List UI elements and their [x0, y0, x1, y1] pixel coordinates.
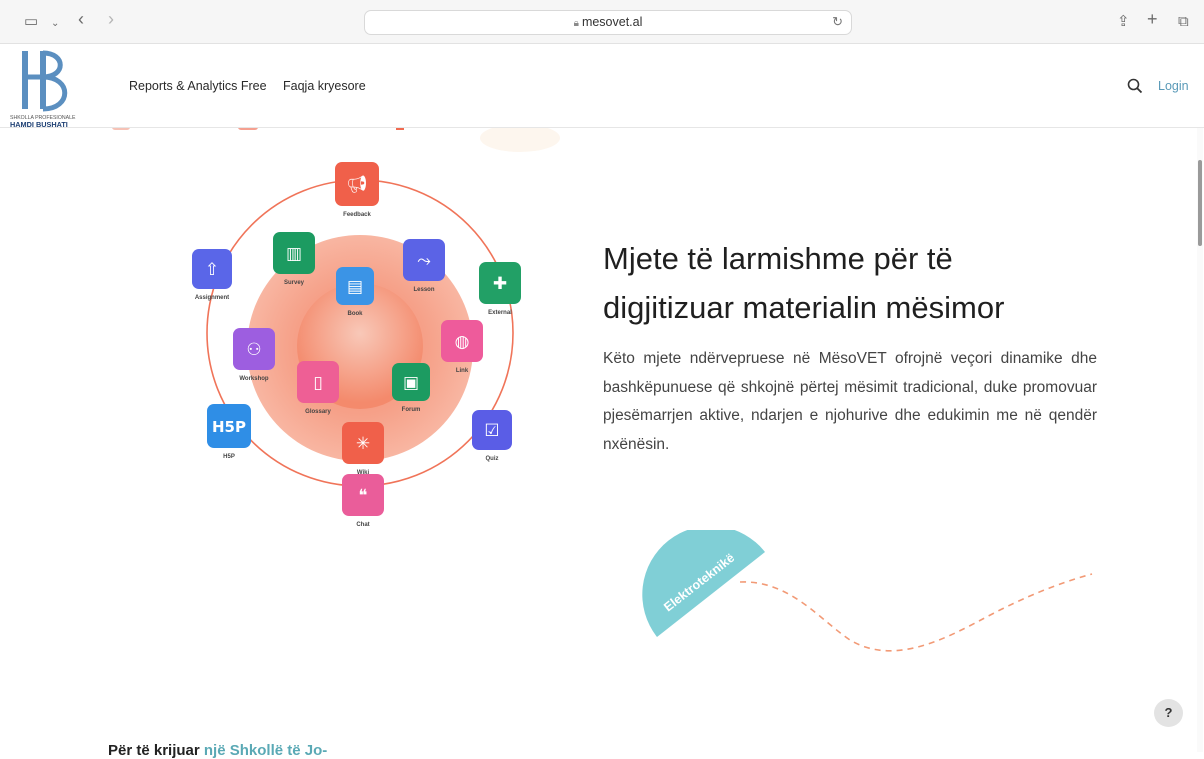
upload-file-icon: ⇧ [205, 260, 219, 280]
tool-label: Assignment [195, 295, 229, 301]
login-link[interactable]: Login [1158, 79, 1189, 93]
dashed-path [739, 573, 1093, 652]
megaphone-icon: 📢︎ [346, 175, 368, 195]
tool-label: Lesson [413, 287, 434, 293]
tool-h5p: H5P H5P [207, 404, 251, 460]
network-icon: ✳ [356, 434, 370, 454]
hero-heading-line1: Mjete të larmishme për të [603, 241, 953, 276]
globe-icon: ◍ [455, 332, 470, 352]
url-text: mesovet.al [581, 15, 643, 29]
checkbox-icon: ☑ [484, 421, 499, 441]
chevron-down-icon[interactable]: ⌄ [51, 14, 59, 34]
section-heading-dark: Për të krijuar [108, 742, 204, 759]
search-icon[interactable] [1127, 78, 1143, 94]
tool-label: Feedback [343, 212, 371, 218]
tools-diagram: 📢︎ Feedback ▥ Survey ⤳ Lesson ✚ External ⇧ Assign… [192, 162, 521, 528]
browser-toolbar: ▭ ⌄ ‹ › 🔒︎ mesovet.al ↻ ⇪ + ⧉ [0, 0, 1204, 44]
hero-heading: Mjete të larmishme për të digjitizuar ma… [603, 234, 1073, 332]
tool-label: Forum [402, 407, 421, 413]
tool-label: Book [348, 311, 364, 317]
tool-external: ✚ External [479, 262, 521, 316]
tool-label: Glossary [305, 409, 331, 415]
glossary-icon: ▯ [313, 373, 322, 393]
tool-label: Link [456, 368, 469, 374]
reload-icon[interactable]: ↻ [832, 14, 843, 30]
section-heading-partial: Për të krijuar një Shkollë të Jo- [108, 742, 327, 759]
nav-reports-analytics[interactable]: Reports & Analytics Free [129, 79, 267, 93]
new-tab-icon[interactable]: + [1147, 9, 1158, 29]
hero-heading-line2: digjitizuar materialin mësimor [603, 290, 1005, 325]
school-logo[interactable]: SHKOLLA PROFESIONALE HAMDI BUSHATI [8, 47, 88, 129]
tool-label: H5P [223, 454, 235, 460]
route-icon: ⤳ [417, 251, 431, 271]
scrollbar-thumb[interactable] [1198, 160, 1202, 246]
lock-icon: 🔒︎ [573, 18, 579, 29]
tool-label: Chat [356, 522, 369, 528]
book-icon: ▤ [347, 277, 363, 297]
sidebar-toggle-icon[interactable]: ▭ [24, 12, 38, 32]
elektroteknike-decoration: Elektroteknikë [642, 530, 1093, 652]
site-header: SHKOLLA PROFESIONALE HAMDI BUSHATI Repor… [0, 45, 1204, 129]
tool-wiki: ✳Wiki [342, 422, 384, 476]
tool-quiz: ☑ Quiz [472, 410, 512, 462]
forward-icon[interactable]: › [108, 9, 114, 29]
h5p-icon: H5P [212, 418, 246, 436]
people-icon: ⚇ [246, 340, 261, 360]
forum-icon: ▣ [403, 373, 419, 393]
tabs-overview-icon[interactable]: ⧉ [1178, 12, 1189, 32]
tool-label: Survey [284, 280, 305, 286]
share-icon[interactable]: ⇪ [1117, 12, 1130, 32]
address-bar[interactable]: 🔒︎ mesovet.al ↻ [364, 10, 852, 35]
tool-label: External [488, 310, 512, 316]
bar-chart-icon: ▥ [286, 244, 302, 264]
tool-label: Quiz [486, 456, 499, 462]
tool-label: Workshop [239, 376, 269, 382]
tool-chat: ❝ Chat [342, 474, 384, 528]
section-heading-accent: një Shkollë të Jo- [203, 742, 328, 759]
tool-feedback: 📢︎ Feedback [335, 162, 379, 218]
help-button[interactable]: ? [1154, 699, 1183, 727]
nav-home[interactable]: Faqja kryesore [283, 79, 366, 93]
hero-paragraph: Këto mjete ndërvepruese në MësoVET ofroj… [603, 350, 1097, 453]
back-icon[interactable]: ‹ [78, 9, 84, 29]
puzzle-icon: ✚ [493, 274, 507, 294]
chat-icon: ❝ [358, 486, 367, 506]
